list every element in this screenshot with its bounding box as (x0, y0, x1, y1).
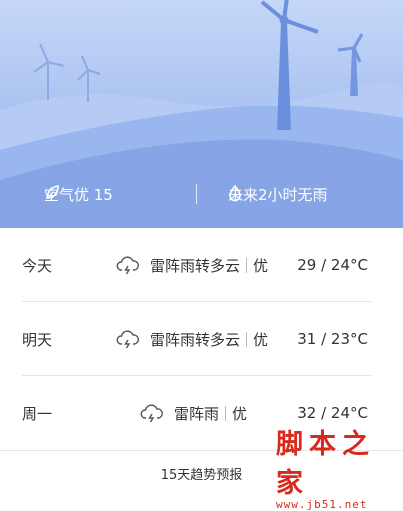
condition-separator (246, 257, 248, 273)
weather-hero-illustration: 空气优 15 未来2小时无雨 (0, 0, 403, 228)
forecast-row-tomorrow[interactable]: 明天 雷阵雨转多云 优 31 / 23°C (22, 302, 372, 376)
rain-forecast-indicator[interactable]: 未来2小时无雨 (228, 184, 328, 205)
forecast-condition: 雷阵雨转多云 优 (116, 329, 268, 350)
forecast-condition-text: 雷阵雨转多云 (150, 330, 241, 349)
rain-forecast-label: 未来2小时无雨 (228, 185, 328, 204)
forecast-row-today[interactable]: 今天 雷阵雨转多云 优 29 / 24°C (22, 228, 372, 302)
turbine-small-left (33, 43, 65, 100)
forecast-temp: 29 / 24°C (297, 256, 368, 274)
forecast-aqi: 优 (232, 404, 248, 423)
forecast-condition: 雷阵雨 优 (140, 403, 247, 424)
thunder-cloud-icon (140, 404, 164, 423)
forecast-temp: 32 / 24°C (297, 404, 368, 422)
forecast-aqi: 优 (253, 330, 269, 349)
condition-separator (225, 405, 227, 421)
forecast-condition: 雷阵雨转多云 优 (116, 255, 268, 276)
forecast-condition-text: 雷阵雨转多云 (150, 256, 241, 275)
turbine-right (337, 33, 364, 96)
thunder-cloud-icon (116, 256, 140, 275)
thunder-cloud-icon (116, 330, 140, 349)
forecast-condition-text: 雷阵雨 (174, 404, 220, 423)
forecast-day: 明天 (22, 330, 53, 349)
watermark-title: 脚本之家 (276, 429, 375, 499)
summary-divider (196, 184, 197, 204)
forecast-temp: 31 / 23°C (297, 330, 368, 348)
forecast-day: 周一 (22, 404, 53, 423)
water-drop-icon (229, 184, 241, 201)
air-quality-indicator[interactable]: 空气优 15 (44, 184, 113, 205)
leaf-icon (46, 184, 59, 199)
site-watermark: 脚本之家 www.jb51.net (276, 422, 403, 511)
watermark-url: www.jb51.net (276, 498, 368, 511)
forecast-aqi: 优 (253, 256, 269, 275)
condition-separator (246, 331, 248, 347)
forecast-day: 今天 (22, 256, 53, 275)
weather-summary-bar: 空气优 15 未来2小时无雨 (0, 172, 403, 216)
